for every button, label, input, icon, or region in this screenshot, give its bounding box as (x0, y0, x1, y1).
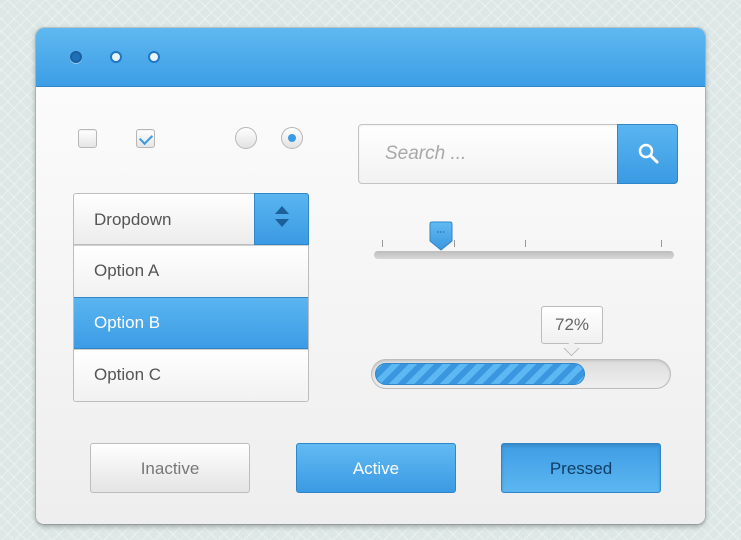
radio-dot-icon (288, 134, 296, 142)
ui-kit-window: Dropdown Option A Option B Option C Sear… (36, 28, 705, 524)
title-bar (36, 28, 705, 87)
arrow-up-icon (275, 206, 289, 214)
arrow-down-icon (275, 219, 289, 227)
radio-selected[interactable] (281, 127, 303, 149)
checkmark-icon (138, 130, 154, 146)
search-icon (638, 143, 659, 164)
search-input[interactable] (360, 126, 615, 182)
slider-tick (382, 240, 383, 247)
checkbox-checked[interactable] (136, 129, 155, 148)
window-dot-empty-icon[interactable] (148, 51, 160, 63)
dropdown-option-b[interactable]: Option B (74, 297, 308, 349)
dropdown-option-c[interactable]: Option C (74, 349, 308, 401)
dropdown-option-a[interactable]: Option A (74, 245, 308, 297)
slider-handle[interactable] (429, 221, 453, 251)
window-dot-filled-icon[interactable] (70, 51, 82, 63)
slider-tick (454, 240, 455, 247)
radio-unselected[interactable] (235, 127, 257, 149)
slider-tick (661, 240, 662, 247)
progress-bar (371, 359, 671, 389)
dropdown[interactable]: Dropdown (73, 193, 309, 245)
search-button[interactable] (617, 124, 678, 184)
pressed-button[interactable]: Pressed (501, 443, 661, 493)
dropdown-options-list: Option A Option B Option C (73, 245, 309, 402)
slider-tick (525, 240, 526, 247)
dropdown-toggle-button[interactable] (254, 193, 309, 245)
progress-tooltip: 72% (541, 306, 603, 344)
window-dot-empty-icon[interactable] (110, 51, 122, 63)
progress-fill (375, 363, 585, 385)
slider-track[interactable] (374, 251, 674, 259)
active-button[interactable]: Active (296, 443, 456, 493)
search-box (358, 124, 678, 184)
checkbox-unchecked[interactable] (78, 129, 97, 148)
dropdown-label: Dropdown (94, 210, 172, 229)
inactive-button[interactable]: Inactive (90, 443, 250, 493)
